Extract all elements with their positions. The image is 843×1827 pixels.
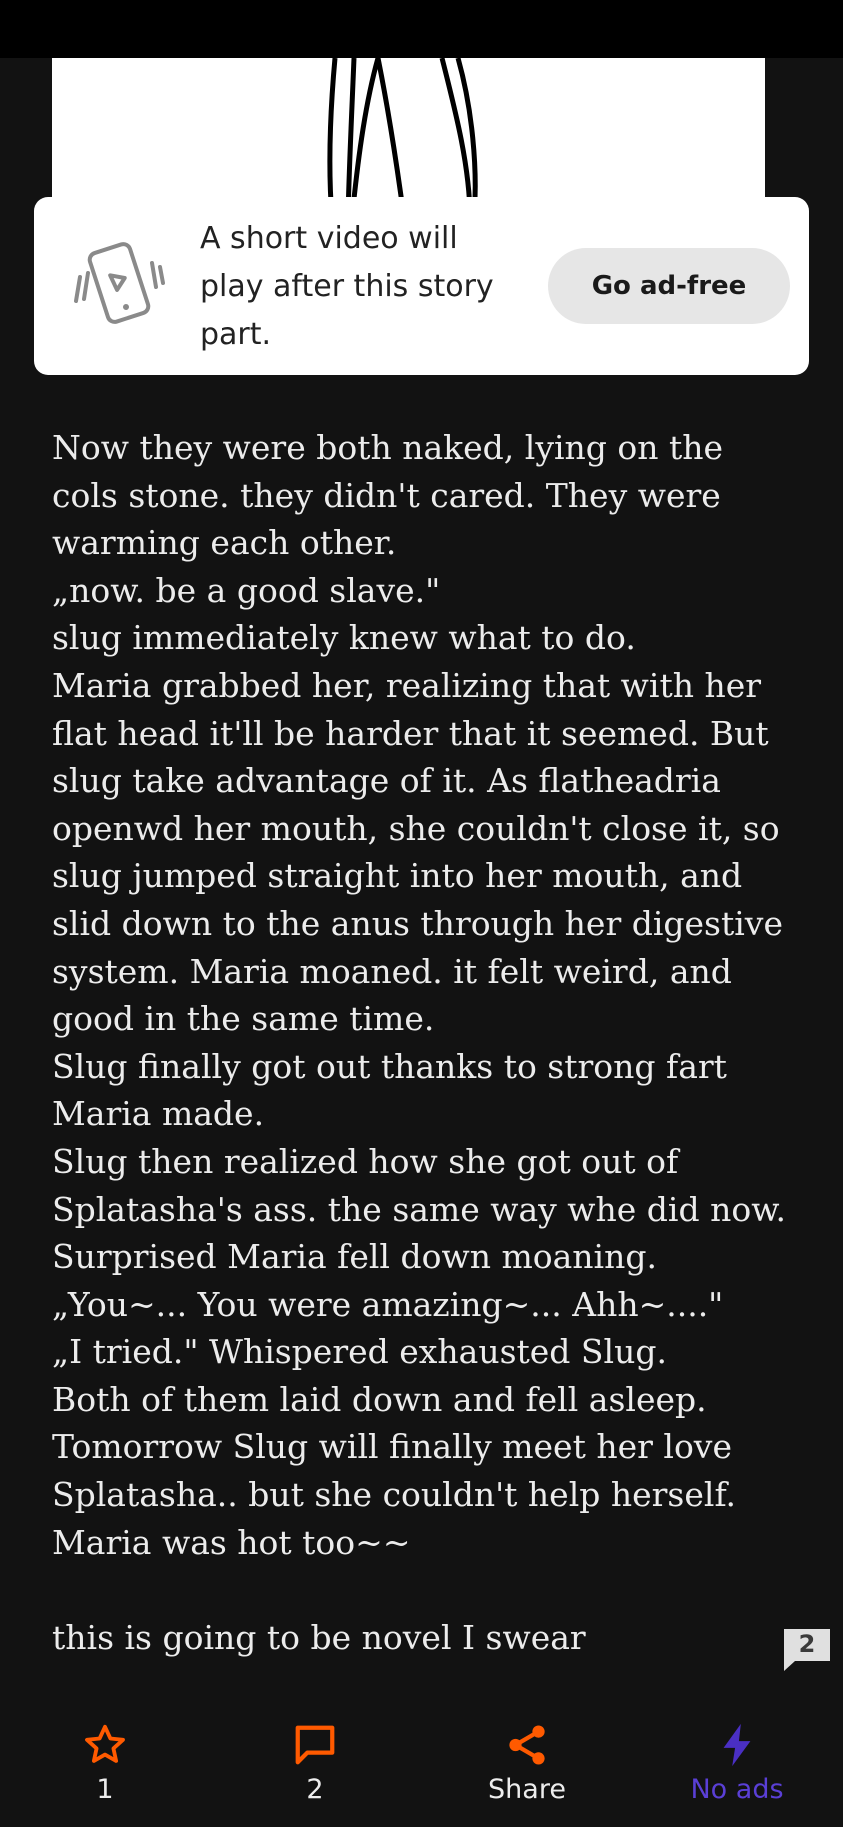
story-line: flat head it'll be harder that it seemed… xyxy=(52,713,769,753)
story-illustration-drawing xyxy=(327,58,478,218)
comments-count: 2 xyxy=(306,1774,324,1805)
star-icon xyxy=(85,1724,125,1763)
story-illustration xyxy=(52,58,765,218)
story-line: system. Maria moaned. it felt weird, and xyxy=(52,951,732,991)
comment-icon xyxy=(295,1725,335,1765)
vote-button[interactable]: 1 xyxy=(25,1722,185,1805)
story-line: Splatasha's ass. the same way whe did no… xyxy=(52,1189,787,1229)
comments-button[interactable]: 2 xyxy=(235,1722,395,1805)
story-line: cols stone. they didn't cared. They were xyxy=(52,475,721,515)
story-line: Both of them laid down and fell asleep. xyxy=(52,1379,707,1419)
story-line: „You~... You were amazing~... Ahh~...." xyxy=(52,1284,724,1324)
story-line: slug immediately knew what to do. xyxy=(52,618,636,658)
story-line: „now. be a good slave." xyxy=(52,570,441,610)
story-line: Now they were both naked, lying on the xyxy=(52,428,724,467)
paragraph-comment-badge[interactable]: 2 xyxy=(781,1627,833,1671)
paragraph-comment-count: 2 xyxy=(798,1630,816,1658)
share-label: Share xyxy=(488,1774,566,1805)
story-line: warming each other. xyxy=(52,523,397,563)
story-line: slid down to the anus through her digest… xyxy=(52,903,783,943)
ad-notice-card: A short video will play after this story… xyxy=(34,197,809,375)
ad-text-line: part. xyxy=(200,317,272,352)
story-line: Maria made. xyxy=(52,1094,265,1134)
story-line: openwd her mouth, she couldn't close it,… xyxy=(52,808,780,848)
story-closing-line: this is going to be novel I swear xyxy=(52,1617,586,1657)
share-icon xyxy=(509,1725,545,1765)
story-line: Maria was hot too~~ xyxy=(52,1522,411,1562)
status-bar xyxy=(0,0,843,58)
story-line: Maria grabbed her, realizing that with h… xyxy=(52,665,762,705)
story-line: Tomorrow Slug will finally meet her love xyxy=(52,1427,732,1467)
story-line: Surprised Maria fell down moaning. xyxy=(52,1237,657,1277)
story-line: slug take advantage of it. As flatheadri… xyxy=(52,761,721,801)
ad-text-line: play after this story xyxy=(200,269,494,304)
ad-notice-text: A short video will play after this story… xyxy=(200,215,500,359)
story-line: slug jumped straight into her mouth, and xyxy=(52,856,743,896)
story-line: „I tried." Whispered exhausted Slug. xyxy=(52,1332,667,1372)
story-line: Slug then realized how she got out of xyxy=(52,1141,679,1181)
bottom-action-bar: 1 2 Share No ads xyxy=(0,1700,843,1827)
lightning-icon xyxy=(723,1723,751,1767)
story-text: Now they were both naked, lying on the c… xyxy=(52,424,792,1661)
ad-text-line: A short video will xyxy=(200,221,458,256)
no-ads-label: No ads xyxy=(690,1774,784,1805)
phone-video-icon xyxy=(74,242,165,324)
vote-count: 1 xyxy=(96,1774,114,1805)
go-ad-free-button[interactable]: Go ad-free xyxy=(548,248,790,324)
share-button[interactable]: Share xyxy=(447,1722,607,1805)
story-line: Splatasha.. but she couldn't help hersel… xyxy=(52,1475,736,1515)
story-line: good in the same time. xyxy=(52,999,435,1039)
no-ads-button[interactable]: No ads xyxy=(657,1722,817,1805)
story-line: Slug finally got out thanks to strong fa… xyxy=(52,1046,727,1086)
